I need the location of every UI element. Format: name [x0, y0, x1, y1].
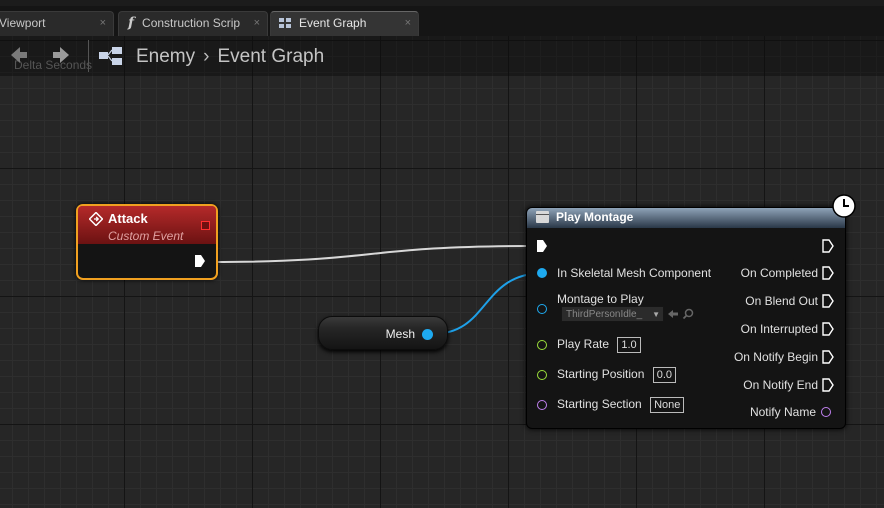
close-icon[interactable]: ×	[100, 12, 106, 34]
montage-input-pin[interactable]	[537, 304, 547, 314]
tab-event-graph[interactable]: Event Graph ×	[270, 11, 419, 36]
play-rate-field[interactable]: 1.0	[617, 337, 641, 353]
node-subtitle: Custom Event	[108, 229, 184, 243]
mesh-variable-node[interactable]: Mesh	[318, 316, 448, 350]
exec-wire	[211, 245, 535, 263]
browse-search-icon[interactable]	[682, 308, 694, 320]
breadcrumb-bar	[0, 36, 884, 76]
tab-viewport[interactable]: Viewport ×	[0, 11, 114, 36]
variable-label: Mesh	[385, 327, 415, 341]
on-blend-out-exec-pin[interactable]	[822, 294, 834, 308]
attack-event-node[interactable]: Attack Custom Event	[76, 204, 218, 280]
skeletal-mesh-input-pin[interactable]	[537, 268, 547, 278]
blueprint-graph-icon	[99, 47, 122, 65]
on-completed-label: On Completed	[740, 266, 818, 280]
montage-label: Montage to Play	[557, 292, 644, 306]
on-interrupted-exec-pin[interactable]	[822, 322, 834, 336]
on-notify-begin-label: On Notify Begin	[733, 350, 818, 364]
on-notify-begin-exec-pin[interactable]	[822, 350, 834, 364]
node-header: Attack Custom Event	[78, 206, 216, 244]
notify-name-output-pin[interactable]	[821, 407, 831, 417]
breadcrumb: Enemy › Event Graph	[136, 46, 324, 68]
delegate-pin[interactable]	[201, 221, 210, 230]
node-header: Play Montage	[527, 208, 845, 228]
play-rate-row: Play Rate 1.0	[557, 337, 641, 353]
play-rate-input-pin[interactable]	[537, 340, 547, 350]
starting-section-field[interactable]: None	[650, 397, 685, 413]
latent-clock-icon	[832, 194, 856, 218]
use-selected-arrow-icon[interactable]	[667, 308, 679, 320]
starting-section-label: Starting Section	[557, 397, 642, 411]
event-graph-icon	[279, 18, 291, 28]
notify-name-label: Notify Name	[749, 405, 816, 419]
skeletal-mesh-label: In Skeletal Mesh Component	[557, 266, 712, 280]
exec-output-pin[interactable]	[194, 254, 206, 268]
toolbar-divider	[88, 40, 89, 72]
starting-position-input-pin[interactable]	[537, 370, 547, 380]
breadcrumb-blueprint[interactable]: Enemy	[136, 46, 195, 67]
breadcrumb-graph[interactable]: Event Graph	[217, 46, 324, 67]
tab-bar: Viewport × f Construction Scrip × Event G…	[0, 0, 884, 36]
starting-section-row: Starting Section None	[557, 397, 685, 413]
starting-position-label: Starting Position	[557, 367, 645, 381]
forward-arrow-icon[interactable]	[50, 44, 72, 66]
exec-input-pin[interactable]	[536, 239, 548, 253]
mesh-output-pin[interactable]	[422, 329, 433, 340]
chevron-right-icon: ›	[203, 46, 210, 67]
exec-output-pin[interactable]	[822, 239, 834, 253]
montage-asset-dropdown[interactable]: ThirdPersonIdle_ ▼	[561, 306, 664, 322]
on-notify-end-label: On Notify End	[743, 378, 818, 392]
on-notify-end-exec-pin[interactable]	[822, 378, 834, 392]
tab-construction-script[interactable]: f Construction Scrip ×	[118, 11, 268, 36]
starting-position-field[interactable]: 0.0	[652, 367, 677, 383]
play-rate-label: Play Rate	[557, 337, 610, 351]
on-blend-out-label: On Blend Out	[745, 294, 818, 308]
node-title: Play Montage	[556, 210, 634, 224]
on-interrupted-label: On Interrupted	[740, 322, 818, 336]
close-icon[interactable]: ×	[254, 12, 260, 34]
starting-position-row: Starting Position 0.0	[557, 367, 677, 383]
back-arrow-icon[interactable]	[8, 44, 30, 66]
function-node-icon	[536, 211, 549, 223]
function-icon: f	[128, 15, 135, 31]
on-completed-exec-pin[interactable]	[822, 266, 834, 280]
close-icon[interactable]: ×	[405, 12, 411, 34]
starting-section-input-pin[interactable]	[537, 400, 547, 410]
dropdown-arrow-icon: ▼	[652, 310, 660, 319]
node-title: Attack	[108, 211, 148, 226]
custom-event-icon	[89, 212, 103, 226]
